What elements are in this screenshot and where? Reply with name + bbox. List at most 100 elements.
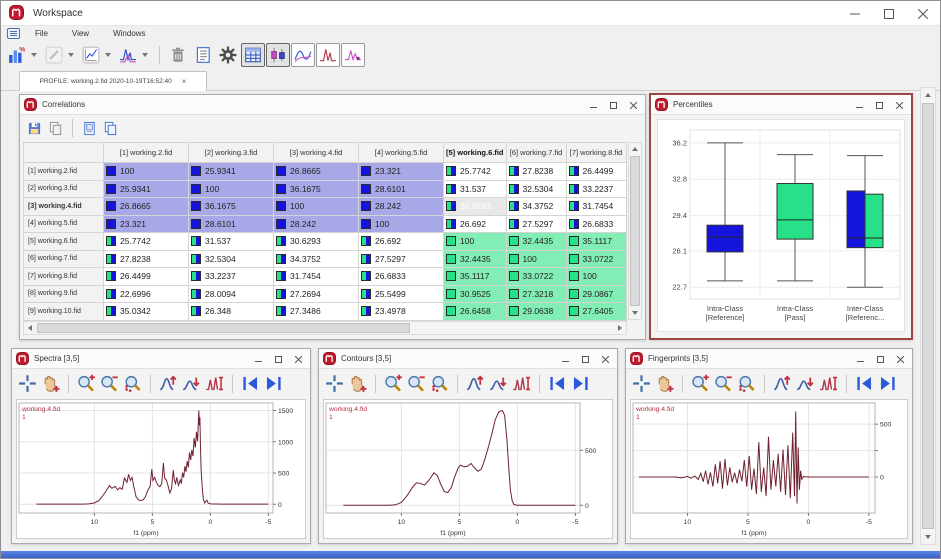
correlation-cell[interactable]: 26.4499 (104, 268, 189, 286)
menu-windows[interactable]: Windows (110, 28, 148, 39)
delete-button[interactable] (166, 43, 190, 67)
zoom-out-button[interactable] (712, 372, 735, 395)
row-header[interactable]: [7] working.8.fid (24, 268, 104, 286)
correlation-cell[interactable]: 26.692 (359, 233, 444, 251)
minimize-button[interactable] (555, 350, 575, 368)
peak-down-button[interactable] (794, 372, 817, 395)
tab-profile[interactable]: PROFILE: working.2.fid 2020-10-19T16:52:… (19, 71, 207, 91)
correlation-cell[interactable]: 31.537 (444, 180, 507, 198)
correlation-cell[interactable]: 34.3752 (274, 250, 359, 268)
copy-pages-button[interactable] (100, 118, 120, 138)
correlations-hscrollbar[interactable] (23, 321, 627, 335)
correlation-cell[interactable]: 33.0722 (566, 250, 626, 268)
zoom-in-button[interactable] (689, 372, 712, 395)
correlation-cell[interactable]: 31.7454 (274, 268, 359, 286)
correlation-cell[interactable]: 25.9341 (189, 163, 274, 181)
correlation-cell[interactable]: 26.8665 (274, 163, 359, 181)
pan-hand-button[interactable] (39, 372, 62, 395)
close-button[interactable] (890, 350, 910, 368)
settings-button[interactable] (216, 43, 240, 67)
row-header[interactable]: [5] working.6.fid (24, 233, 104, 251)
column-header[interactable]: [6] working.7.fid (506, 143, 566, 163)
correlations-titlebar[interactable]: Correlations (20, 95, 645, 115)
correlation-cell[interactable]: 27.5297 (506, 215, 566, 233)
close-button[interactable] (595, 350, 615, 368)
correlation-cell[interactable]: 25.5499 (359, 285, 444, 303)
regression-plot-button[interactable] (79, 43, 103, 67)
maximize-button[interactable] (872, 1, 906, 26)
column-header[interactable]: [2] working.3.fid (189, 143, 274, 163)
correlation-cell[interactable]: 27.6405 (566, 303, 626, 321)
column-header[interactable]: [3] working.4.fid (274, 143, 359, 163)
close-button[interactable] (889, 96, 909, 114)
correlation-cell[interactable]: 28.0094 (189, 285, 274, 303)
row-header[interactable]: [2] working.3.fid (24, 180, 104, 198)
toggle-spectra-button[interactable] (291, 43, 315, 67)
edit-tool-button[interactable] (42, 43, 66, 67)
plot-titlebar[interactable]: Contours [3,5] (319, 349, 617, 369)
menu-hamburger-icon[interactable] (7, 28, 20, 39)
peak-up-button[interactable] (771, 372, 794, 395)
zoom-in-button[interactable] (382, 372, 405, 395)
correlation-cell[interactable]: 35.1117 (566, 233, 626, 251)
correlation-cell[interactable]: 35.0342 (104, 303, 189, 321)
correlation-cell[interactable]: 27.8238 (104, 250, 189, 268)
pan-hand-button[interactable] (346, 372, 369, 395)
percentiles-titlebar[interactable]: Percentiles (651, 95, 911, 115)
correlation-cell[interactable]: 26.6833 (359, 268, 444, 286)
correlations-vscrollbar[interactable] (628, 142, 642, 320)
correlation-cell[interactable]: 36.1675 (189, 198, 274, 216)
pan-hand-button[interactable] (653, 372, 676, 395)
correlation-cell[interactable]: 100 (189, 180, 274, 198)
correlation-cell[interactable]: 100 (506, 250, 566, 268)
correlation-cell[interactable]: 36.1675 (274, 180, 359, 198)
correlation-cell[interactable]: 100 (444, 233, 507, 251)
column-header[interactable]: [5] working.6.fid (444, 143, 507, 163)
correlation-cell[interactable]: 23.321 (104, 215, 189, 233)
correlation-cell[interactable]: 32.5304 (189, 250, 274, 268)
correlation-cell[interactable]: 28.242 (359, 198, 444, 216)
zoom-out-button[interactable] (98, 372, 121, 395)
correlation-cell[interactable]: 32.4435 (506, 233, 566, 251)
crosshair-button[interactable] (323, 372, 346, 395)
profiles-chart-button[interactable]: % (5, 43, 29, 67)
correlation-cell[interactable]: 26.6833 (566, 215, 626, 233)
correlation-cell[interactable]: 26.8665 (104, 198, 189, 216)
correlation-cell[interactable]: 28.242 (274, 215, 359, 233)
minimize-button[interactable] (583, 96, 603, 114)
correlation-cell[interactable]: 22.6996 (104, 285, 189, 303)
maximize-button[interactable] (870, 350, 890, 368)
row-header[interactable]: [8] working.9.fid (24, 285, 104, 303)
correlation-cell[interactable]: 29.0638 (506, 303, 566, 321)
plot-area[interactable]: 1500100050001050-5f1 (ppm)working.4.fid1 (16, 399, 306, 539)
prev-button[interactable] (853, 372, 876, 395)
correlation-cell[interactable]: 33.2237 (566, 180, 626, 198)
peak-up-button[interactable] (464, 372, 487, 395)
correlation-cell[interactable]: 32.5304 (506, 180, 566, 198)
correlation-cell[interactable]: 100 (566, 268, 626, 286)
correlation-cell[interactable]: 27.3486 (274, 303, 359, 321)
correlation-cell[interactable]: 26.692 (444, 215, 507, 233)
column-header[interactable]: [1] working.2.fid (104, 143, 189, 163)
menu-file[interactable]: File (32, 28, 51, 39)
correlation-cell[interactable]: 27.8238 (506, 163, 566, 181)
correlation-cell[interactable]: 27.5297 (359, 250, 444, 268)
zoom-reset-button[interactable] (735, 372, 758, 395)
correlation-cell[interactable]: 23.4978 (359, 303, 444, 321)
close-button[interactable] (288, 350, 308, 368)
prev-button[interactable] (546, 372, 569, 395)
tab-close-icon[interactable]: × (182, 77, 187, 86)
correlation-cell[interactable]: 27.3218 (506, 285, 566, 303)
maximize-button[interactable] (575, 350, 595, 368)
row-header[interactable]: [9] working.10.fid (24, 303, 104, 321)
close-button[interactable] (906, 1, 940, 26)
maximize-button[interactable] (603, 96, 623, 114)
full-range-button[interactable] (817, 372, 840, 395)
plot-titlebar[interactable]: Spectra [3,5] (12, 349, 310, 369)
correlation-cell[interactable]: 29.0867 (566, 285, 626, 303)
next-button[interactable] (569, 372, 592, 395)
correlation-cell[interactable]: 23.321 (359, 163, 444, 181)
correlation-cell[interactable]: 100 (359, 215, 444, 233)
minimize-button[interactable] (850, 350, 870, 368)
peak-up-button[interactable] (157, 372, 180, 395)
